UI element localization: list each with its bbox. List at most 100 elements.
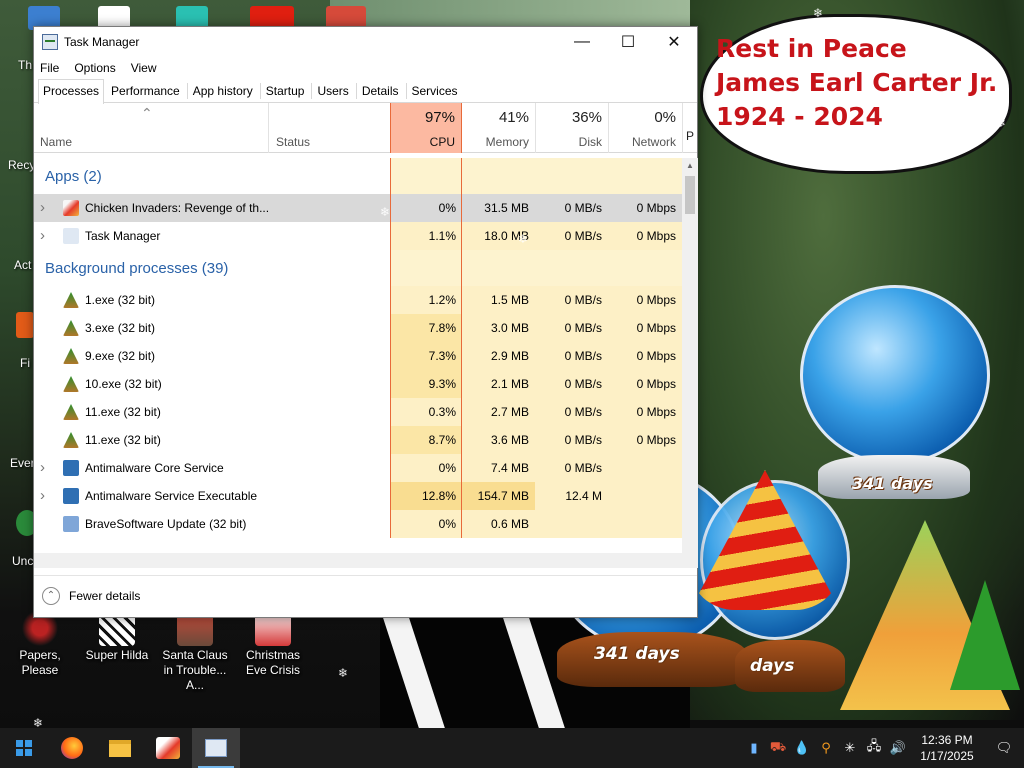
taskbar-firefox[interactable] xyxy=(48,728,96,768)
process-row[interactable]: › Antimalware Core Service 0% 7.4 MB 0 MB/s xyxy=(34,454,682,482)
tab-processes[interactable]: Processes xyxy=(38,79,105,104)
scroll-up-icon[interactable]: ▲ xyxy=(682,158,698,174)
maximize-button[interactable]: ☐ xyxy=(605,27,651,57)
tab-services[interactable]: Services xyxy=(407,79,463,102)
snowflake-icon: ❄ xyxy=(300,342,311,356)
desktop-left-label[interactable]: Recy xyxy=(8,158,35,172)
desktop-icon-label: Super Hilda xyxy=(85,648,149,662)
vertical-scrollbar[interactable]: ▲ xyxy=(682,158,698,553)
desktop-icon-christmas-eve-crisis[interactable]: Christmas Eve Crisis xyxy=(235,610,311,678)
expand-chevron-icon[interactable]: › xyxy=(40,482,52,510)
process-row[interactable]: BraveSoftware Update (32 bit) 0% 0.6 MB xyxy=(34,510,682,538)
network-icon[interactable]: 🖧 xyxy=(862,737,886,759)
expand-chevron-icon[interactable]: › xyxy=(40,454,52,482)
snowflake-icon: ❄ xyxy=(288,176,299,190)
process-mem: 0.6 MB xyxy=(490,517,529,531)
process-row[interactable]: › Chicken Invaders: Revenge of th... 0% 31.… xyxy=(34,194,682,222)
tray-app-icon[interactable]: ⛟ xyxy=(766,739,790,757)
desktop-icon-santa-claus[interactable]: Santa Claus in Trouble... A... xyxy=(157,610,233,693)
process-disk: 0 MB/s xyxy=(564,433,602,447)
column-status[interactable]: Status xyxy=(270,103,390,153)
process-net: 0 Mbps xyxy=(636,405,676,419)
memorial-line: James Earl Carter Jr. xyxy=(716,68,998,97)
process-mem: 7.4 MB xyxy=(490,461,529,475)
process-cpu: 7.3% xyxy=(428,349,456,363)
process-row[interactable]: 10.exe (32 bit) 9.3% 2.1 MB 0 MB/s 0 Mbps xyxy=(34,370,682,398)
menu-bar: File Options View xyxy=(34,57,697,79)
group-header[interactable]: Background processes (39) xyxy=(34,250,682,286)
memory-total-percent: 41% xyxy=(498,109,529,126)
expand-chevron-icon[interactable]: › xyxy=(40,194,52,222)
process-row[interactable]: › Task Manager 1.1% 18.0 MB 0 MB/s 0 Mbps xyxy=(34,222,682,250)
tab-users[interactable]: Users xyxy=(312,79,353,102)
process-row[interactable]: 3.exe (32 bit) 7.8% 3.0 MB 0 MB/s 0 Mbps xyxy=(34,314,682,342)
tray-search-icon[interactable]: ⚲ xyxy=(814,740,838,756)
tab-bar: Processes Performance App history Startu… xyxy=(34,79,697,104)
column-memory[interactable]: 41% Memory xyxy=(462,103,535,153)
desktop-left-label[interactable]: Fi xyxy=(20,356,30,370)
start-button[interactable] xyxy=(0,728,48,768)
process-cpu: 0% xyxy=(438,461,456,475)
process-row[interactable]: 11.exe (32 bit) 0.3% 2.7 MB 0 MB/s 0 Mbps xyxy=(34,398,682,426)
expand-chevron-icon[interactable]: › xyxy=(40,222,52,250)
column-header-row: ⌃ Name Status 97% CPU 41% Memory 36% Dis… xyxy=(34,103,697,153)
desktop-left-label[interactable]: Th xyxy=(18,58,32,72)
minimize-button[interactable]: — xyxy=(559,27,605,57)
clock[interactable]: 12:36 PM 1/17/2025 xyxy=(910,732,984,764)
notifications-icon[interactable]: 🗨 xyxy=(984,740,1024,756)
tray-app-icon[interactable]: ▮ xyxy=(742,740,766,756)
column-network[interactable]: 0% Network xyxy=(608,103,682,153)
process-status xyxy=(270,426,390,454)
chevron-up-icon[interactable]: ⌃ xyxy=(42,586,60,605)
tray-drop-icon[interactable]: 💧 xyxy=(790,740,814,756)
desktop-icon-papers-please[interactable]: Papers, Please xyxy=(2,610,78,678)
process-status xyxy=(270,222,390,250)
service-window-icon xyxy=(63,488,79,504)
tab-app-history[interactable]: App history xyxy=(188,79,258,102)
process-row[interactable]: › Antimalware Service Executable 12.8% 154.… xyxy=(34,482,682,510)
menu-file[interactable]: File xyxy=(40,61,59,75)
process-row[interactable]: 11.exe (32 bit) 8.7% 3.6 MB 0 MB/s 0 Mbps xyxy=(34,426,682,454)
desktop-left-label[interactable]: Act xyxy=(14,258,31,272)
desktop-left-label[interactable]: Unc xyxy=(12,554,33,568)
column-name[interactable]: Name xyxy=(34,103,270,153)
close-button[interactable]: ✕ xyxy=(651,27,697,57)
system-tray: ▮ ⛟ 💧 ⚲ ✳ 🖧 🔊 12:36 PM 1/17/2025 🗨 xyxy=(742,728,1024,768)
tray-snowflake-icon[interactable]: ✳ xyxy=(838,740,862,756)
minimize-icon: — xyxy=(574,33,590,50)
desktop-left-icon[interactable] xyxy=(16,312,34,338)
process-name: Antimalware Service Executable xyxy=(85,489,258,503)
title-bar[interactable]: Task Manager — ☐ ✕ xyxy=(34,27,697,57)
scrollbar-thumb[interactable] xyxy=(685,176,695,214)
network-total-percent: 0% xyxy=(654,109,676,126)
process-cpu: 1.2% xyxy=(428,293,456,307)
menu-options[interactable]: Options xyxy=(74,61,115,75)
column-cpu[interactable]: 97% CPU xyxy=(390,103,462,153)
process-row[interactable]: 9.exe (32 bit) 7.3% 2.9 MB 0 MB/s 0 Mbps xyxy=(34,342,682,370)
process-net: 0 Mbps xyxy=(636,229,676,243)
process-status xyxy=(270,398,390,426)
process-cpu: 0.3% xyxy=(428,405,456,419)
process-row[interactable]: 1.exe (32 bit) 1.2% 1.5 MB 0 MB/s 0 Mbps xyxy=(34,286,682,314)
menu-view[interactable]: View xyxy=(131,61,157,75)
process-status xyxy=(270,454,390,482)
volume-icon[interactable]: 🔊 xyxy=(886,740,910,756)
taskbar-task-manager[interactable] xyxy=(192,728,240,768)
column-name-label: Name xyxy=(40,135,73,149)
horizontal-scrollbar[interactable] xyxy=(34,553,698,568)
tab-startup[interactable]: Startup xyxy=(261,79,310,102)
taskbar-file-explorer[interactable] xyxy=(96,728,144,768)
snowflake-icon: ❄ xyxy=(518,232,529,246)
process-mem: 2.7 MB xyxy=(490,405,529,419)
fewer-details-link[interactable]: Fewer details xyxy=(69,589,140,603)
firefox-icon xyxy=(61,737,83,759)
chicken-invaders-icon xyxy=(156,737,180,759)
process-net: 0 Mbps xyxy=(636,321,676,335)
column-power-cut[interactable]: P xyxy=(684,103,696,153)
group-header[interactable]: Apps (2) xyxy=(34,158,682,194)
desktop-left-label[interactable]: Ever xyxy=(10,456,35,470)
tab-performance[interactable]: Performance xyxy=(106,79,185,102)
tab-details[interactable]: Details xyxy=(357,79,404,102)
taskbar-chicken-invaders[interactable] xyxy=(144,728,192,768)
column-disk[interactable]: 36% Disk xyxy=(535,103,608,153)
